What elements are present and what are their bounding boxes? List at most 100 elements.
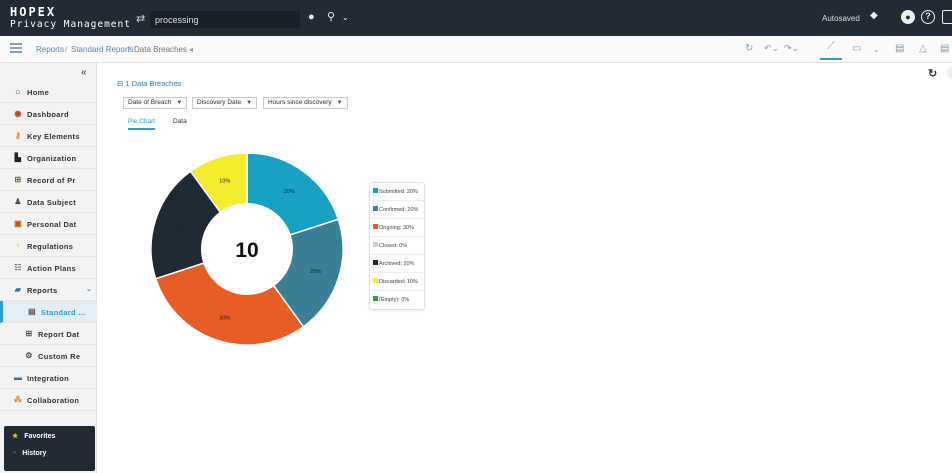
search-options-icon[interactable]: ⌄ xyxy=(342,13,349,22)
document-icon[interactable]: ▤ xyxy=(895,43,904,54)
legend-item[interactable]: Discarded: 10% xyxy=(370,273,424,291)
sidebar-item-action-plans[interactable]: ☷ Action Plans xyxy=(0,257,97,279)
breadcrumb-standard-reports[interactable]: Standard Reports xyxy=(71,45,134,54)
sidebar-item-report-data[interactable]: ⊞ Report Dat xyxy=(0,323,97,345)
donut-chart: 10 20% 20% 30% 20% 10% xyxy=(150,152,344,346)
autosaved-status: Autosaved xyxy=(822,14,860,23)
pin-icon[interactable]: ◂ xyxy=(189,45,193,54)
display-icon[interactable]: ▭ xyxy=(852,43,861,54)
legend-swatch xyxy=(373,242,378,247)
sidebar-item-reports[interactable]: ▰ Reports ⌄ xyxy=(0,279,97,301)
sidebar-item-integration[interactable]: ▬ Integration xyxy=(0,367,97,389)
sidebar-item-label: Action Plans xyxy=(27,264,77,273)
filter-label: Hours since discovery xyxy=(268,99,332,106)
legend-item[interactable]: Ongoing: 30% xyxy=(370,219,424,237)
tab-pie-chart[interactable]: Pie Chart xyxy=(128,118,156,130)
legend-label: Confirmed: 20% xyxy=(379,207,419,213)
legend-item[interactable]: Confirmed: 20% xyxy=(370,201,424,219)
integration-icon: ▬ xyxy=(13,373,23,382)
collapse-report-icon[interactable]: ⊟ 1 xyxy=(117,79,132,88)
center-total-label: 10 xyxy=(235,239,258,262)
record-icon: ⊞ xyxy=(14,175,22,184)
sidebar-item-label: Reports xyxy=(27,286,58,295)
organization-icon: ▙ xyxy=(14,153,22,162)
tag-icon[interactable]: ◆ xyxy=(870,10,878,21)
personal-data-icon: ▣ xyxy=(14,219,22,228)
dropdown-arrow-icon: ▼ xyxy=(246,100,253,106)
history-icon: ◔ xyxy=(12,450,17,457)
breadcrumb-data-breaches: Data Breaches xyxy=(134,45,187,54)
report-panel: ↻ ⊟ 1 Data Breaches Date of Breach ▼ Disc… xyxy=(97,63,952,473)
collapse-sidebar-icon[interactable]: « xyxy=(81,67,87,78)
sidebar-item-regulations[interactable]: ♆ Regulations xyxy=(0,235,97,257)
search-input[interactable] xyxy=(150,11,300,28)
legend-item[interactable]: Closed: 0% xyxy=(370,237,424,255)
sidebar-item-personal-data[interactable]: ▣ Personal Dat xyxy=(0,213,97,235)
search-icon[interactable]: ⚲ xyxy=(327,10,335,23)
chart-view-icon[interactable]: ⟋ xyxy=(820,40,842,60)
sidebar-item-label: Report Dat xyxy=(38,330,80,339)
favorites-label: Favorites xyxy=(24,433,56,440)
sidebar-item-collaboration[interactable]: ⁂ Collaboration xyxy=(0,389,97,411)
refresh-report-icon[interactable]: ↻ xyxy=(928,67,937,80)
regulations-icon: ♆ xyxy=(14,241,22,250)
slice-percent-label: 30% xyxy=(219,316,230,322)
export-icon[interactable]: ▤ xyxy=(940,43,949,54)
menu-icon[interactable] xyxy=(10,43,22,53)
sidebar-item-label: Data Subject xyxy=(27,198,77,207)
undo-icon[interactable]: ↶⌄ xyxy=(764,43,779,54)
sidebar-item-label: Standard ... xyxy=(41,308,86,317)
filter-discovery-date[interactable]: Discovery Date ▼ xyxy=(192,97,258,109)
user-icon[interactable]: ● xyxy=(901,10,915,24)
filter-label: Discovery Date xyxy=(197,99,242,106)
toolbar: Reports / Standard Reports / Data Breach… xyxy=(0,36,952,63)
breadcrumb-reports[interactable]: Reports xyxy=(36,45,64,54)
legend-item[interactable]: Submitted: 20% xyxy=(370,183,424,201)
legend-swatch xyxy=(373,260,378,265)
sidebar-item-record-of-processing[interactable]: ⊞ Record of Pr xyxy=(0,169,97,191)
chart-legend: Submitted: 20% Confirmed: 20% Ongoing: 30%… xyxy=(369,182,425,310)
sidebar-item-data-subject[interactable]: ♟ Data Subject xyxy=(0,191,97,213)
display-options-icon[interactable]: ⌄ xyxy=(873,45,880,54)
filter-hours-since-discovery[interactable]: Hours since discovery ▼ xyxy=(263,97,348,109)
sidebar-item-organization[interactable]: ▙ Organization xyxy=(0,147,97,169)
filter-date-of-breach[interactable]: Date of Breach ▼ xyxy=(123,97,188,109)
favorites-button[interactable]: ★ Favorites xyxy=(12,432,55,440)
sidebar-item-custom-reports[interactable]: ⚙ Custom Re xyxy=(0,345,97,367)
panel-toggle-button[interactable] xyxy=(947,66,952,80)
report-data-icon: ⊞ xyxy=(25,329,33,338)
legend-item[interactable]: (Empty): 0% xyxy=(370,291,424,309)
collaboration-icon: ⁂ xyxy=(13,395,23,404)
sidebar-item-label: Integration xyxy=(27,374,70,383)
key-elements-icon: ⚷ xyxy=(14,131,22,140)
history-label: History xyxy=(22,450,47,457)
logout-icon[interactable] xyxy=(942,10,952,24)
redo-icon[interactable]: ↷⌄ xyxy=(784,43,799,54)
help-icon[interactable]: ? xyxy=(921,10,935,24)
favorites-panel: ★ Favorites ◔ History xyxy=(4,426,95,471)
data-subject-icon: ♟ xyxy=(14,197,22,206)
sidebar-item-label: Personal Dat xyxy=(27,220,77,229)
legend-item[interactable]: Archived: 20% xyxy=(370,255,424,273)
sidebar-item-label: Home xyxy=(27,88,50,97)
brand-subtitle: Privacy Management xyxy=(10,19,131,30)
info-icon[interactable]: ● xyxy=(308,11,315,23)
slice-percent-label: 20% xyxy=(173,225,184,231)
slice-percent-label: 20% xyxy=(284,189,295,195)
slice-percent-label: 10% xyxy=(219,179,230,185)
sidebar-item-home[interactable]: ⌂ Home xyxy=(0,81,97,103)
legend-swatch xyxy=(373,296,378,301)
sidebar-item-dashboard[interactable]: ◉ Dashboard xyxy=(0,103,97,125)
chevron-down-icon: ⌄ xyxy=(86,286,93,293)
hopex-logo[interactable]: HOPEX Privacy Management xyxy=(10,6,131,30)
swap-icon[interactable]: ⇄ xyxy=(136,12,145,25)
legend-label: Submitted: 20% xyxy=(379,189,418,195)
tab-data[interactable]: Data xyxy=(173,118,187,128)
sidebar-item-key-elements[interactable]: ⚷ Key Elements xyxy=(0,125,97,147)
history-button[interactable]: ◔ History xyxy=(12,450,46,457)
refresh-icon[interactable]: ↻ xyxy=(745,43,753,54)
share-icon[interactable]: △ xyxy=(919,43,927,54)
legend-swatch xyxy=(373,206,378,211)
legend-label: Closed: 0% xyxy=(379,243,408,249)
sidebar-item-standard-reports[interactable]: ▤ Standard ... xyxy=(0,301,97,323)
